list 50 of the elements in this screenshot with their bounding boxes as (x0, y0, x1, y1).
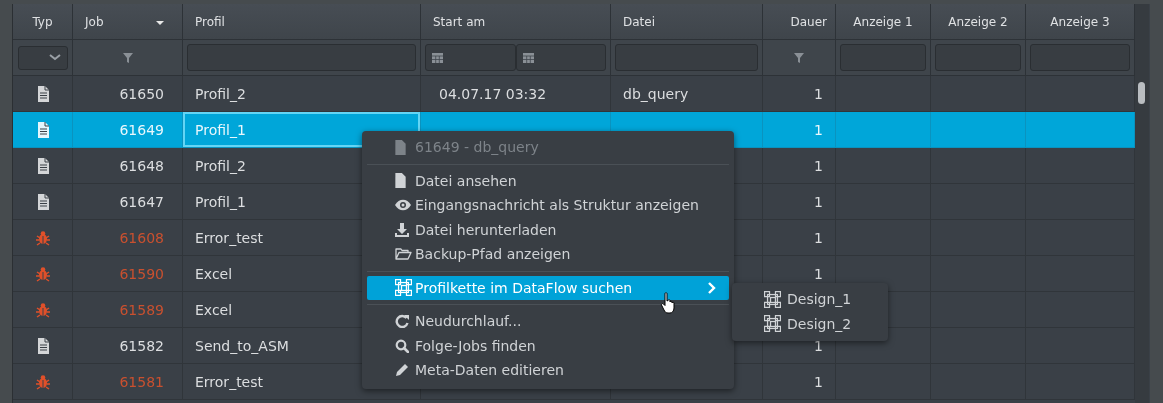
column-header[interactable]: Anzeige 3 (1026, 4, 1135, 40)
filter-input[interactable] (935, 44, 1021, 71)
diagram-icon (764, 315, 781, 333)
table-cell: 61647 (73, 184, 183, 220)
column-header[interactable]: Anzeige 1 (836, 4, 931, 40)
download-icon (395, 222, 409, 237)
table-cell: 61608 (73, 220, 183, 256)
filter-icon (122, 52, 133, 63)
column-header[interactable]: Dauer (763, 4, 836, 40)
diagram-icon (395, 279, 412, 297)
column-header[interactable]: Start am (421, 4, 611, 40)
scrollbar[interactable] (1135, 4, 1149, 403)
eye-icon (395, 199, 411, 212)
refresh-icon (395, 314, 409, 329)
calendar-icon (432, 52, 443, 63)
folder-icon (395, 247, 412, 262)
pencil-icon (395, 363, 409, 378)
date-filter-input[interactable] (515, 44, 606, 71)
calendar-icon (522, 52, 534, 63)
table-cell: 1 (763, 112, 836, 148)
date-filter-input[interactable] (425, 44, 516, 71)
chevron-right-icon (708, 281, 716, 294)
table-cell: 61581 (73, 364, 183, 400)
filter-input[interactable] (1030, 44, 1130, 71)
hand-cursor-icon (660, 292, 676, 314)
column-header[interactable]: Profil (183, 4, 421, 40)
table-cell: 61648 (73, 148, 183, 184)
filter-input[interactable] (840, 44, 926, 71)
column-header[interactable]: Anzeige 2 (931, 4, 1026, 40)
filter-icon (794, 52, 804, 63)
scrollbar-thumb[interactable] (1138, 82, 1145, 104)
search-icon (395, 338, 409, 353)
table-cell: 61589 (73, 292, 183, 328)
chevron-down-icon (48, 54, 61, 61)
diagram-icon (764, 290, 781, 308)
table-cell: 61590 (73, 256, 183, 292)
document-icon (395, 139, 406, 155)
document-icon (395, 173, 406, 189)
table-cell: 61649 (73, 112, 183, 148)
filter-input[interactable] (187, 44, 416, 71)
table-cell: 61582 (73, 328, 183, 364)
filter-input[interactable] (615, 44, 758, 71)
column-header[interactable]: Datei (611, 4, 763, 40)
column-header[interactable]: Typ (13, 4, 73, 40)
table-cell: 1 (763, 364, 836, 400)
filter-dropdown[interactable] (17, 45, 68, 70)
table-cell: 1 (763, 148, 836, 184)
table-cell: 1 (763, 184, 836, 220)
column-header[interactable]: Job (73, 4, 183, 40)
table-cell: 1 (763, 220, 836, 256)
